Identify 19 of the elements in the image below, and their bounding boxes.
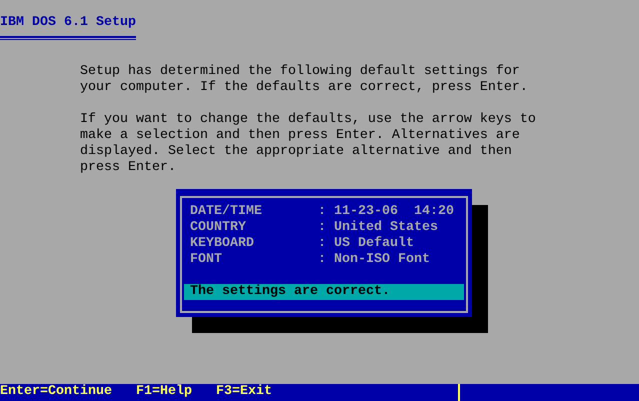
setting-label: COUNTRY xyxy=(190,220,247,236)
setting-value: 11-23-06 14:20 xyxy=(334,204,454,220)
key-hint: Enter=Continue xyxy=(0,384,112,401)
setting-value: United States xyxy=(334,220,438,236)
setting-value: US Default xyxy=(334,236,414,252)
window-title: IBM DOS 6.1 Setup xyxy=(0,15,136,31)
instruction-text: Setup has determined the following default settings for your computer. If the defaults are correct, press Enter. xyxy=(80,64,529,96)
setting-value: Non-ISO Font xyxy=(334,252,430,268)
separator-colon: : xyxy=(318,204,327,220)
instruction-text: If you want to change the defaults, use the arrow keys to make a selection and then press Enter. Alternatives are displayed. Select the appropriate alternative and then press Enter. xyxy=(80,112,537,176)
setting-label: KEYBOARD xyxy=(190,236,255,252)
separator-colon: : xyxy=(318,220,327,236)
setting-label: DATE/TIME xyxy=(190,204,263,220)
option-item[interactable]: The settings are correct. xyxy=(184,284,464,300)
separator-colon: : xyxy=(318,252,327,268)
key-hint: F3=Exit xyxy=(216,384,272,401)
setting-label: FONT xyxy=(190,252,223,268)
separator-colon: : xyxy=(318,236,327,252)
key-hint: F1=Help xyxy=(136,384,192,401)
